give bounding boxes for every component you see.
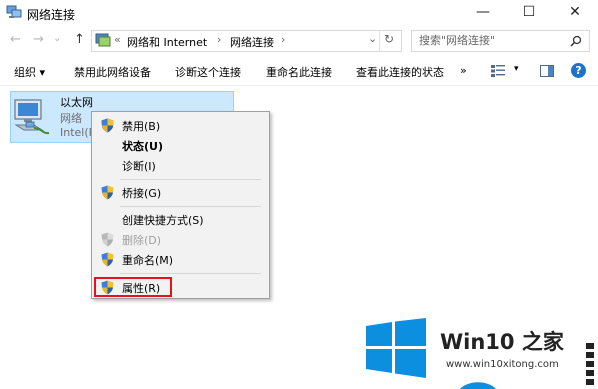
menu-separator — [120, 206, 261, 207]
menu-item-diagnose-label: 诊断(I) — [122, 160, 156, 173]
menu-separator — [120, 179, 261, 180]
close-button[interactable]: ✕ — [552, 0, 598, 26]
adapter-name: 以太网 — [60, 96, 93, 109]
up-arrow-icon[interactable]: ↑ — [74, 32, 85, 47]
address-divider — [379, 31, 380, 51]
view-options-arrow-icon[interactable]: ▾ — [514, 64, 519, 74]
minimize-button[interactable]: — — [460, 0, 506, 26]
more-commands-button[interactable]: » — [460, 64, 467, 77]
control-panel-icon — [95, 33, 111, 47]
organize-button[interactable]: 组织 ▾ — [14, 64, 45, 80]
maximize-button[interactable]: ☐ — [506, 0, 552, 26]
watermark-swoosh-icon — [460, 382, 496, 389]
menu-item-bridge-label: 桥接(G) — [122, 187, 162, 200]
refresh-icon[interactable]: ↻ — [384, 32, 394, 46]
forward-arrow-icon[interactable]: → — [33, 32, 44, 47]
network-connections-icon — [6, 5, 22, 18]
ethernet-adapter-icon — [14, 99, 50, 135]
change-view-icon[interactable] — [491, 65, 505, 77]
preview-pane-icon[interactable] — [540, 65, 554, 77]
uac-shield-icon — [101, 185, 114, 200]
back-arrow-icon[interactable]: ← — [10, 32, 21, 47]
menu-item-create-shortcut[interactable]: 创建快捷方式(S) — [92, 209, 269, 229]
diagnose-connection-button[interactable]: 诊断这个连接 — [175, 64, 241, 80]
view-status-button[interactable]: 查看此连接的状态 — [356, 64, 444, 80]
search-input[interactable] — [419, 33, 559, 48]
rename-connection-button[interactable]: 重命名此连接 — [266, 64, 332, 80]
help-icon[interactable]: ? — [571, 63, 586, 78]
menu-item-delete-label: 删除(D) — [122, 234, 162, 247]
address-bar[interactable]: « 网络和 Internet › 网络连接 › ⌄ ↻ — [91, 30, 402, 52]
window-title: 网络连接 — [27, 8, 76, 22]
menu-item-disable-label: 禁用(B) — [122, 120, 161, 133]
navigation-row: ← → ⌄ ↑ « 网络和 Internet › 网络连接 › ⌄ ↻ — [0, 27, 598, 55]
context-menu: 禁用(B) 状态(U) 诊断(I) 桥接(G) 创建快捷方式(S) 删除(D) … — [91, 111, 270, 299]
command-bar: 组织 ▾ 禁用此网络设备 诊断这个连接 重命名此连接 查看此连接的状态 » ▾ … — [0, 58, 598, 86]
menu-item-bridge[interactable]: 桥接(G) — [92, 182, 269, 202]
uac-shield-icon — [101, 232, 114, 247]
address-overflow-icon[interactable]: « — [114, 33, 121, 46]
uac-shield-icon — [101, 252, 114, 267]
address-dropdown-icon[interactable]: ⌄ — [368, 32, 377, 45]
uac-shield-icon — [101, 118, 114, 133]
watermark-url: www.win10xitong.com — [446, 359, 559, 370]
breadcrumb-network-internet[interactable]: 网络和 Internet — [127, 34, 207, 50]
menu-item-create-shortcut-label: 创建快捷方式(S) — [122, 214, 204, 227]
windows-logo-icon — [366, 318, 426, 378]
breadcrumb-network-connections[interactable]: 网络连接 — [230, 34, 274, 50]
menu-item-rename[interactable]: 重命名(M) — [92, 249, 269, 269]
properties-highlight-box — [94, 277, 172, 297]
watermark-brand: Win10 之家 — [440, 330, 564, 354]
search-box[interactable] — [411, 30, 590, 52]
menu-item-status[interactable]: 状态(U) — [92, 135, 269, 155]
breadcrumb-separator-icon[interactable]: › — [281, 33, 285, 46]
menu-item-disable[interactable]: 禁用(B) — [92, 115, 269, 135]
title-bar: 网络连接 — ☐ ✕ — [0, 0, 598, 26]
adapter-network: 网络 — [60, 112, 82, 125]
menu-separator — [120, 273, 261, 274]
watermark-edge-mark — [586, 343, 594, 385]
menu-item-rename-label: 重命名(M) — [122, 254, 174, 267]
disable-device-button[interactable]: 禁用此网络设备 — [74, 64, 151, 80]
recent-locations-chevron-icon[interactable]: ⌄ — [53, 33, 61, 44]
menu-item-status-label: 状态(U) — [122, 140, 163, 153]
menu-item-delete: 删除(D) — [92, 229, 269, 249]
search-icon[interactable] — [570, 35, 582, 47]
breadcrumb-separator-icon[interactable]: › — [217, 33, 221, 46]
menu-item-diagnose[interactable]: 诊断(I) — [92, 155, 269, 175]
